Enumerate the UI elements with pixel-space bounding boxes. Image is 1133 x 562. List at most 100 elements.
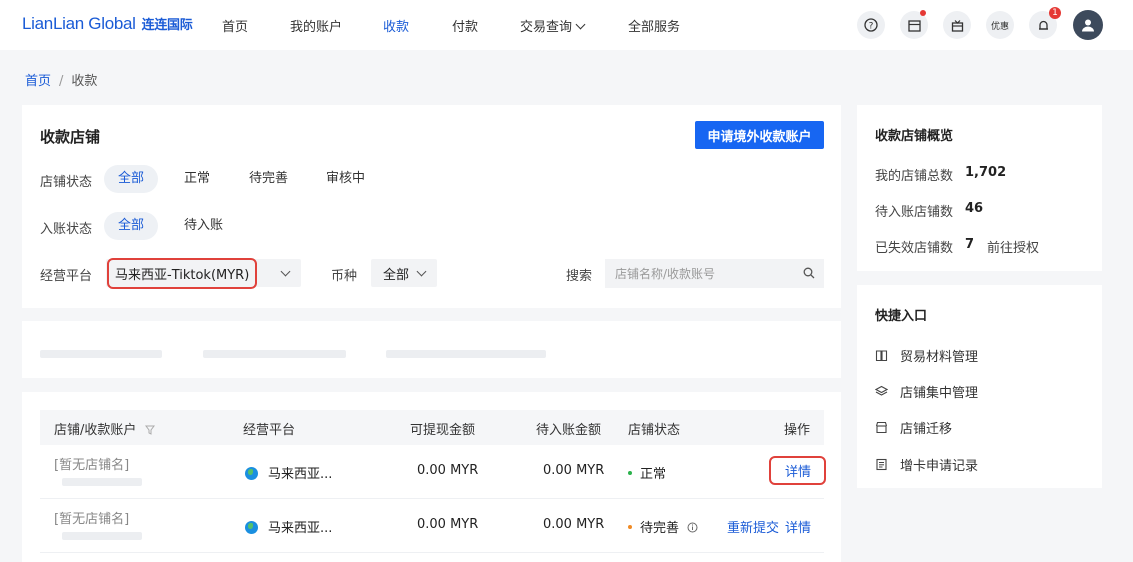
status-badge: 待完善 [628, 517, 698, 536]
filter-icon[interactable] [144, 425, 155, 435]
search-icon[interactable] [803, 267, 815, 279]
reauthorize-link[interactable]: 前往授权 [987, 237, 1039, 256]
notification-badge: 1 [1049, 7, 1061, 19]
store-status-reviewing[interactable]: 审核中 [312, 165, 379, 193]
withdrawable-amount: 0.00 MYR [417, 463, 479, 478]
avatar[interactable] [1073, 10, 1103, 40]
logo-cn: 连连国际 [141, 18, 193, 33]
search-input[interactable] [615, 266, 795, 281]
resubmit-link[interactable]: 重新提交 [727, 517, 779, 536]
store-icon [875, 421, 888, 434]
status-text: 正常 [640, 467, 667, 482]
detail-link[interactable]: 详情 [785, 517, 811, 536]
coupon-button[interactable]: 优惠 [986, 11, 1014, 39]
entry-status-pending[interactable]: 待入账 [170, 212, 237, 240]
layers-icon [875, 385, 888, 396]
currency-value: 全部 [383, 267, 410, 283]
pending-stores-label: 待入账店铺数 [875, 205, 954, 220]
account-placeholder [62, 532, 142, 540]
user-icon [1082, 19, 1094, 32]
expired-stores-label: 已失效店铺数 [875, 241, 954, 256]
status-dot [628, 471, 632, 475]
store-status-all[interactable]: 全部 [104, 165, 159, 193]
logo-en: LianLian Global [22, 14, 136, 33]
table-row: [暂无店铺名] 马来西亚... 0.00 MYR 0.00 MYR 待完善 重新… [40, 499, 824, 553]
status-dot [628, 525, 632, 529]
quick-item-label: 店铺迁移 [900, 422, 953, 437]
detail-link[interactable]: 详情 [769, 456, 826, 485]
nav-home[interactable]: 首页 [222, 16, 248, 35]
book-icon [875, 350, 888, 362]
bell-icon[interactable]: 1 [1029, 7, 1061, 39]
quick-item-label: 增卡申请记录 [900, 459, 979, 474]
platform-select[interactable]: 马来西亚-Tiktok(MYR) [106, 257, 301, 289]
quick-item-store-migration[interactable]: 店铺迁移 [875, 418, 952, 437]
nav-all-services[interactable]: 全部服务 [628, 16, 680, 35]
entry-status-all[interactable]: 全部 [104, 212, 159, 240]
th-store-label: 店铺/收款账户 [54, 423, 137, 438]
platform-name: 马来西亚... [268, 521, 333, 536]
loading-placeholder [203, 350, 346, 358]
store-status-label: 店铺状态 [40, 175, 93, 190]
pending-amount: 0.00 MYR [543, 463, 605, 478]
total-stores-value: 1,702 [965, 165, 1007, 180]
chevron-down-icon [280, 266, 291, 277]
withdrawable-amount: 0.00 MYR [417, 517, 479, 532]
nav-transactions-label: 交易查询 [520, 20, 573, 35]
table-row: [暂无店铺名] 马来西亚... 0.00 MYR 0.00 MYR 正常 详情 [40, 445, 826, 499]
quick-item-label: 贸易材料管理 [900, 350, 979, 365]
help-icon[interactable]: ? [857, 11, 885, 39]
th-actions: 操作 [784, 423, 811, 438]
store-status-normal[interactable]: 正常 [170, 165, 224, 193]
breadcrumb: 首页 / 收款 [25, 70, 97, 89]
stores-title: 收款店铺 [40, 128, 101, 146]
pending-stores-value: 46 [965, 201, 984, 216]
currency-label: 币种 [331, 269, 358, 284]
account-placeholder [62, 478, 142, 486]
nav-transactions[interactable]: 交易查询 [520, 16, 586, 35]
breadcrumb-separator: / [59, 74, 64, 89]
search-label: 搜索 [566, 269, 593, 284]
gift-icon[interactable] [943, 11, 971, 39]
platform-cell: 马来西亚... [245, 463, 332, 482]
chevron-down-icon [416, 266, 427, 277]
th-platform: 经营平台 [243, 423, 296, 438]
nav-receive[interactable]: 收款 [383, 16, 409, 35]
th-store: 店铺/收款账户 [54, 419, 155, 438]
currency-select[interactable]: 全部 [371, 259, 437, 287]
globe-icon [245, 467, 258, 480]
nav-my-account[interactable]: 我的账户 [290, 16, 342, 35]
platform-label: 经营平台 [40, 269, 93, 284]
calendar-icon[interactable] [900, 10, 928, 39]
pending-amount: 0.00 MYR [543, 517, 605, 532]
nav-pay[interactable]: 付款 [452, 16, 478, 35]
info-icon[interactable] [687, 522, 698, 533]
document-icon [876, 458, 887, 471]
apply-account-button[interactable]: 申请境外收款账户 [695, 121, 824, 149]
svg-text:?: ? [869, 22, 874, 32]
chevron-down-icon [575, 19, 586, 30]
quick-title: 快捷入口 [875, 309, 928, 324]
breadcrumb-home[interactable]: 首页 [25, 74, 51, 89]
th-status: 店铺状态 [628, 423, 681, 438]
calendar-dot [920, 10, 926, 16]
overview-title: 收款店铺概览 [875, 129, 954, 144]
globe-icon [245, 521, 258, 534]
loading-placeholder [386, 350, 546, 358]
quick-item-label: 店铺集中管理 [900, 386, 979, 401]
quick-item-card-records[interactable]: 增卡申请记录 [875, 455, 978, 474]
entry-status-label: 入账状态 [40, 222, 93, 237]
quick-item-trade-materials[interactable]: 贸易材料管理 [875, 346, 978, 365]
store-status-incomplete[interactable]: 待完善 [235, 165, 302, 193]
search-box [605, 259, 824, 288]
breadcrumb-current: 收款 [71, 74, 98, 89]
loading-placeholder [40, 350, 162, 358]
quick-item-store-management[interactable]: 店铺集中管理 [875, 382, 978, 401]
logo[interactable]: LianLian Global 连连国际 [22, 14, 193, 34]
platform-cell: 马来西亚... [245, 517, 332, 536]
expired-stores-value: 7 [965, 237, 975, 252]
coupon-label: 优惠 [990, 21, 1009, 32]
th-withdrawable: 可提现金额 [410, 423, 476, 438]
status-badge: 正常 [628, 463, 666, 482]
total-stores-label: 我的店铺总数 [875, 169, 954, 184]
